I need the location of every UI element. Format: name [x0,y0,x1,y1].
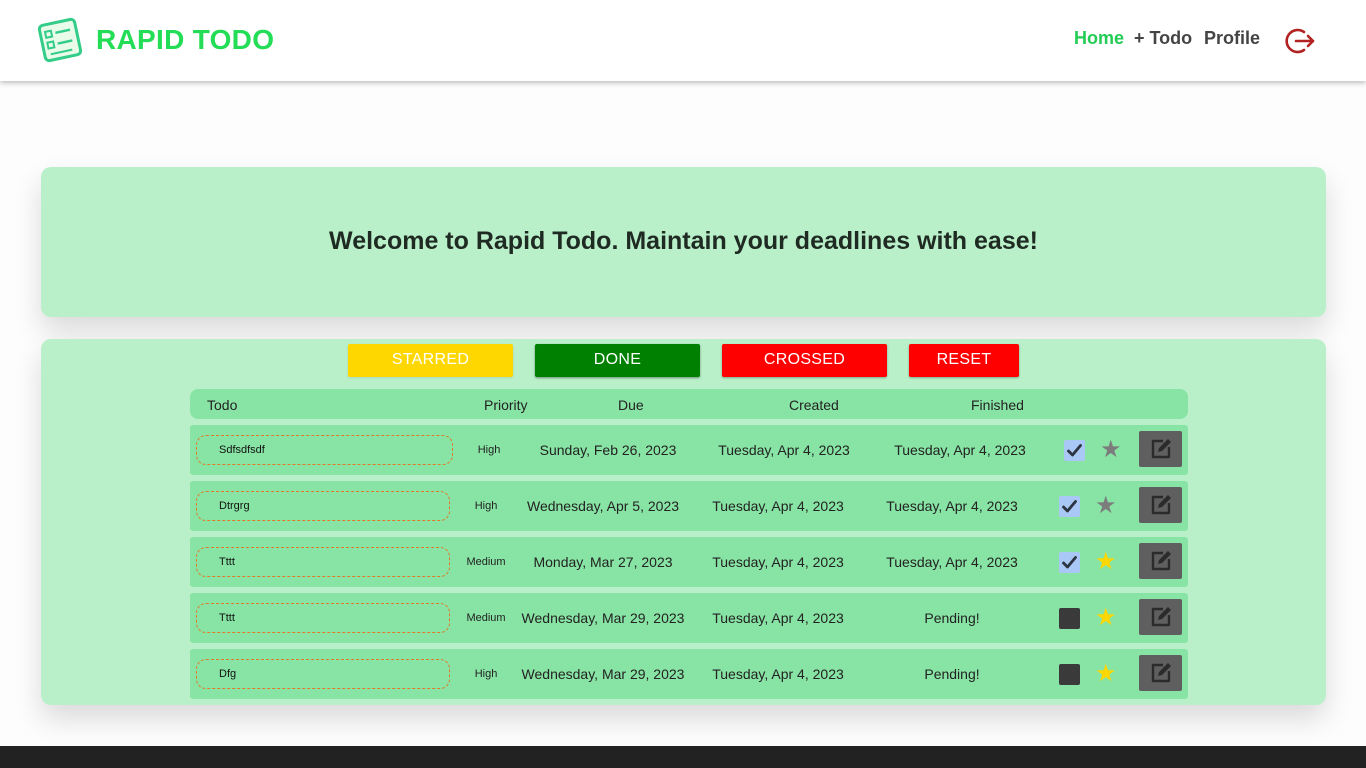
todo-text: Tttt [196,603,450,633]
done-checkbox[interactable] [1064,440,1085,461]
done-checkbox[interactable] [1059,552,1080,573]
finished-cell: Tuesday, Apr 4, 2023 [886,498,1018,514]
created-date-cell: Tuesday, Apr 4, 2023 [712,554,844,570]
checklist-logo-icon [37,17,83,63]
table-header: Todo Priority Due Created Finished [190,389,1188,419]
table-row: Dfg High Wednesday, Mar 29, 2023 Tuesday, A… [190,649,1188,699]
due-date-cell: Monday, Mar 27, 2023 [533,554,673,570]
todo-text: Dfg [196,659,450,689]
edit-button[interactable] [1139,599,1182,635]
table-row: Dtrgrg High Wednesday, Apr 5, 2023 Tuesday,… [190,481,1188,531]
header-priority: Priority [484,397,528,413]
welcome-message: Welcome to Rapid Todo. Maintain your dea… [329,227,1038,255]
app-header: RAPID TODO Home + Todo Profile [0,0,1366,81]
checkmark-icon [1062,556,1077,569]
finished-cell: Tuesday, Apr 4, 2023 [894,442,1026,458]
filter-done-button[interactable]: DONE [535,344,700,377]
edit-icon [1151,495,1171,515]
finished-cell: Pending! [924,610,980,626]
finished-cell: Tuesday, Apr 4, 2023 [886,554,1018,570]
finished-cell: Pending! [924,666,980,682]
nav-add-todo-link[interactable]: + Todo [1134,28,1192,49]
star-icon[interactable]: ★ [1095,661,1117,687]
priority-cell: High [477,444,501,456]
nav-home-link[interactable]: Home [1074,28,1124,49]
filter-crossed-button[interactable]: CROSSED [722,344,887,377]
priority-cell: Medium [466,612,506,624]
created-date-cell: Tuesday, Apr 4, 2023 [718,442,850,458]
due-date-cell: Wednesday, Apr 5, 2023 [526,498,680,514]
done-checkbox[interactable] [1059,496,1080,517]
header-due: Due [618,397,644,413]
brand-title: RAPID TODO [96,24,275,55]
done-checkbox[interactable] [1059,608,1080,629]
edit-button[interactable] [1139,431,1182,467]
edit-button[interactable] [1139,487,1182,523]
priority-cell: High [474,500,498,512]
table-row: Sdfsdfsdf High Sunday, Feb 26, 2023 Tuesday… [190,425,1188,475]
edit-icon [1151,607,1171,627]
table-row: Tttt Medium Wednesday, Mar 29, 2023 Tuesday… [190,593,1188,643]
due-date-cell: Wednesday, Mar 29, 2023 [521,666,685,682]
edit-icon [1151,551,1171,571]
edit-button[interactable] [1139,543,1182,579]
logout-icon[interactable] [1284,26,1316,56]
star-icon[interactable]: ★ [1095,605,1117,631]
table-row: Tttt Medium Monday, Mar 27, 2023 Tuesday, A… [190,537,1188,587]
welcome-banner: Welcome to Rapid Todo. Maintain your dea… [41,167,1326,317]
filter-starred-button[interactable]: STARRED [348,344,513,377]
edit-icon [1151,663,1171,683]
todo-text: Dtrgrg [196,491,450,521]
priority-cell: Medium [466,556,506,568]
header-created: Created [789,397,839,413]
created-date-cell: Tuesday, Apr 4, 2023 [712,610,844,626]
due-date-cell: Wednesday, Mar 29, 2023 [521,610,685,626]
page-footer [0,746,1366,768]
edit-icon [1151,439,1171,459]
star-icon[interactable]: ★ [1100,437,1122,463]
created-date-cell: Tuesday, Apr 4, 2023 [712,498,844,514]
checkmark-icon [1062,500,1077,513]
done-checkbox[interactable] [1059,664,1080,685]
todo-text: Tttt [196,547,450,577]
edit-button[interactable] [1139,655,1182,691]
checkmark-icon [1067,444,1082,457]
created-date-cell: Tuesday, Apr 4, 2023 [712,666,844,682]
due-date-cell: Sunday, Feb 26, 2023 [539,442,677,458]
star-icon[interactable]: ★ [1095,549,1117,575]
filter-reset-button[interactable]: RESET [909,344,1019,377]
star-icon[interactable]: ★ [1095,493,1117,519]
header-finished: Finished [971,397,1024,413]
header-todo: Todo [207,397,238,413]
priority-cell: High [474,668,498,680]
todo-text: Sdfsdfsdf [196,435,453,465]
nav-profile-link[interactable]: Profile [1204,28,1260,49]
